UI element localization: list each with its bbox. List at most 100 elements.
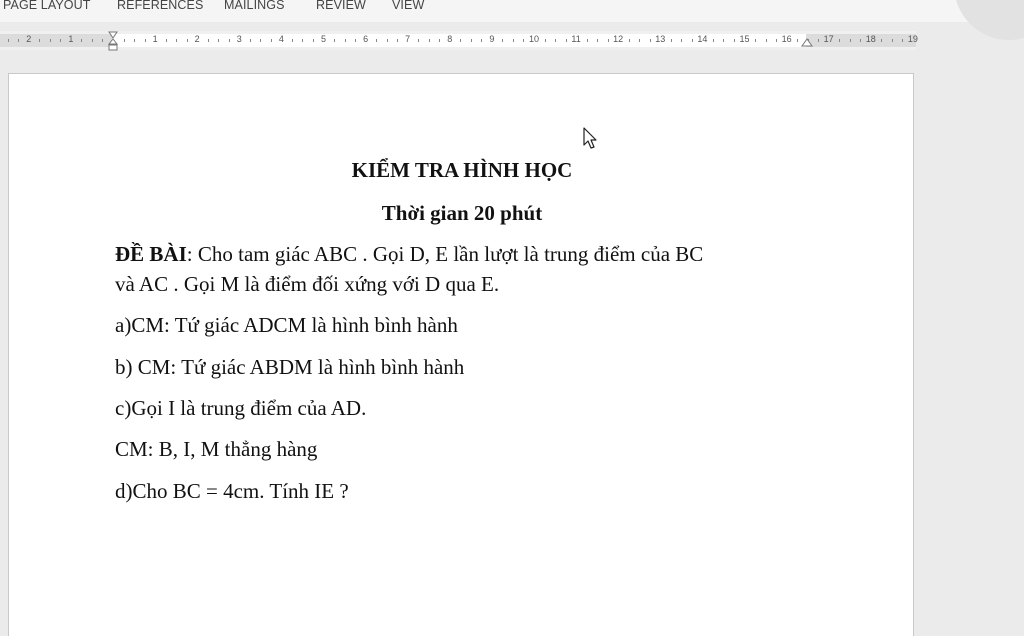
ruler-number: 16 — [781, 34, 792, 44]
word-window: PAGE LAYOUT REFERENCES MAILINGS REVIEW V… — [0, 0, 1024, 636]
page-subtitle: Thời gian 20 phút — [381, 201, 543, 225]
problem-text-1: : Cho tam giác ABC . Gọi D, E lần lượt l… — [186, 242, 704, 266]
ruler-tick — [712, 39, 714, 42]
ruler-tick — [733, 39, 735, 42]
ruler-number: 18 — [865, 34, 876, 44]
ribbon-tab-bar: PAGE LAYOUT REFERENCES MAILINGS REVIEW V… — [0, 0, 1024, 40]
ruler-number: 6 — [363, 34, 369, 44]
tab-review[interactable]: REVIEW — [316, 0, 366, 12]
ruler-tick — [860, 39, 862, 42]
window-corner-decoration — [954, 0, 1024, 40]
ruler-tick — [512, 39, 514, 42]
ruler-number: 11 — [571, 34, 581, 44]
ruler-tick — [691, 39, 693, 42]
ruler-tick — [765, 39, 767, 42]
ruler-tick — [797, 39, 799, 42]
ruler-tick — [597, 39, 599, 42]
ruler-tick — [470, 39, 472, 42]
ruler-number: 14 — [697, 34, 708, 44]
tab-view[interactable]: VIEW — [392, 0, 424, 12]
ruler-tick — [60, 39, 62, 42]
ruler-tick — [418, 39, 420, 42]
horizontal-ruler[interactable]: 2 1 1 2 3 4 5 6 7 8 9 10 11 12 13 14 15 16 17 18 19 — [0, 31, 918, 51]
ruler-tick — [376, 39, 378, 42]
ruler-number: 17 — [823, 34, 834, 44]
ruler-number: 10 — [528, 34, 540, 44]
ruler-tick — [681, 39, 683, 42]
ruler-tick — [18, 39, 20, 42]
ruler-tick — [344, 39, 346, 42]
tab-page-layout[interactable]: PAGE LAYOUT — [3, 0, 90, 12]
ruler-tick — [565, 39, 567, 42]
page-title: KIỂM TRA HÌNH HỌC — [351, 158, 573, 182]
question-d: d)Cho BC = 4cm. Tính IE ? — [115, 479, 349, 503]
ruler-tick — [260, 39, 262, 42]
ruler-tick — [776, 39, 778, 42]
ruler-number: 7 — [405, 34, 411, 44]
ruler-tick — [49, 39, 51, 42]
ruler-tick — [628, 39, 630, 42]
ruler-tick — [881, 39, 883, 42]
ruler-tick — [818, 39, 820, 42]
ruler-tick — [302, 39, 304, 42]
ruler-tick — [502, 39, 504, 42]
ruler-tick — [270, 39, 272, 42]
ruler-number: 3 — [236, 34, 242, 44]
question-c-continued: CM: B, I, M thẳng hàng — [115, 437, 318, 461]
ruler-tick — [607, 39, 609, 42]
ruler-number: 9 — [489, 34, 495, 44]
problem-label: ĐỀ BÀI — [115, 242, 187, 266]
ruler-tick — [386, 39, 388, 42]
ruler-tick — [39, 39, 41, 42]
ruler-number: 5 — [320, 34, 327, 44]
right-indent-icon[interactable] — [801, 38, 813, 50]
ruler-tick — [228, 39, 230, 42]
ruler-tick — [670, 39, 672, 42]
ruler-tick — [176, 39, 178, 42]
question-c: c)Gọi I là trung điểm của AD. — [115, 396, 367, 420]
ruler-number: 2 — [26, 34, 32, 44]
ruler-tick — [312, 39, 314, 42]
document-page[interactable]: KIỂM TRA HÌNH HỌC Thời gian 20 phút ĐỀ B… — [8, 73, 914, 636]
ruler-number: 1 — [152, 34, 158, 44]
ruler-left-margin — [0, 34, 112, 47]
ruler-tick — [649, 39, 651, 42]
ruler-tick — [291, 39, 293, 42]
ruler-tick — [902, 39, 904, 42]
problem-line-1: ĐỀ BÀI: Cho tam giác ABC . Gọi D, E lần … — [115, 242, 703, 267]
ruler-tick — [839, 39, 841, 42]
ruler-tick — [249, 39, 251, 42]
ruler-number: 15 — [739, 34, 750, 44]
ruler-tick — [186, 39, 188, 42]
ruler-tick — [123, 39, 125, 42]
ruler-tick — [144, 39, 146, 42]
ruler-tick — [91, 39, 93, 42]
ruler-tick — [81, 39, 83, 42]
ruler-tick — [7, 39, 9, 42]
ruler-tick — [207, 39, 209, 42]
ruler-tick — [134, 39, 136, 42]
ruler-tick — [428, 39, 430, 42]
ruler-tick — [586, 39, 588, 42]
ruler-number: 8 — [447, 34, 453, 44]
question-a: a)CM: Tứ giác ADCM là hình bình hành — [115, 313, 458, 337]
ruler-tick — [460, 39, 462, 42]
question-b: b) CM: Tứ giác ABDM là hình bình hành — [115, 355, 465, 379]
hanging-indent-icon[interactable] — [108, 31, 118, 51]
tab-references[interactable]: REFERENCES — [117, 0, 203, 12]
ruler-tick — [334, 39, 336, 42]
ruler-tick — [849, 39, 851, 42]
ruler-tick — [439, 39, 441, 42]
ruler-number: 13 — [655, 34, 666, 44]
ruler-tick — [165, 39, 167, 42]
ruler-bar — [0, 34, 916, 47]
ruler-tick — [555, 39, 557, 42]
ruler-number: 12 — [613, 34, 624, 44]
ruler-tick — [102, 39, 104, 42]
problem-line-2: và AC . Gọi M là điểm đối xứng với D qua… — [115, 272, 500, 296]
tab-mailings[interactable]: MAILINGS — [224, 0, 285, 12]
ruler-tick — [723, 39, 725, 42]
ruler-tick — [891, 39, 893, 42]
ruler-tick — [481, 39, 483, 42]
ruler-number: 4 — [278, 34, 284, 44]
